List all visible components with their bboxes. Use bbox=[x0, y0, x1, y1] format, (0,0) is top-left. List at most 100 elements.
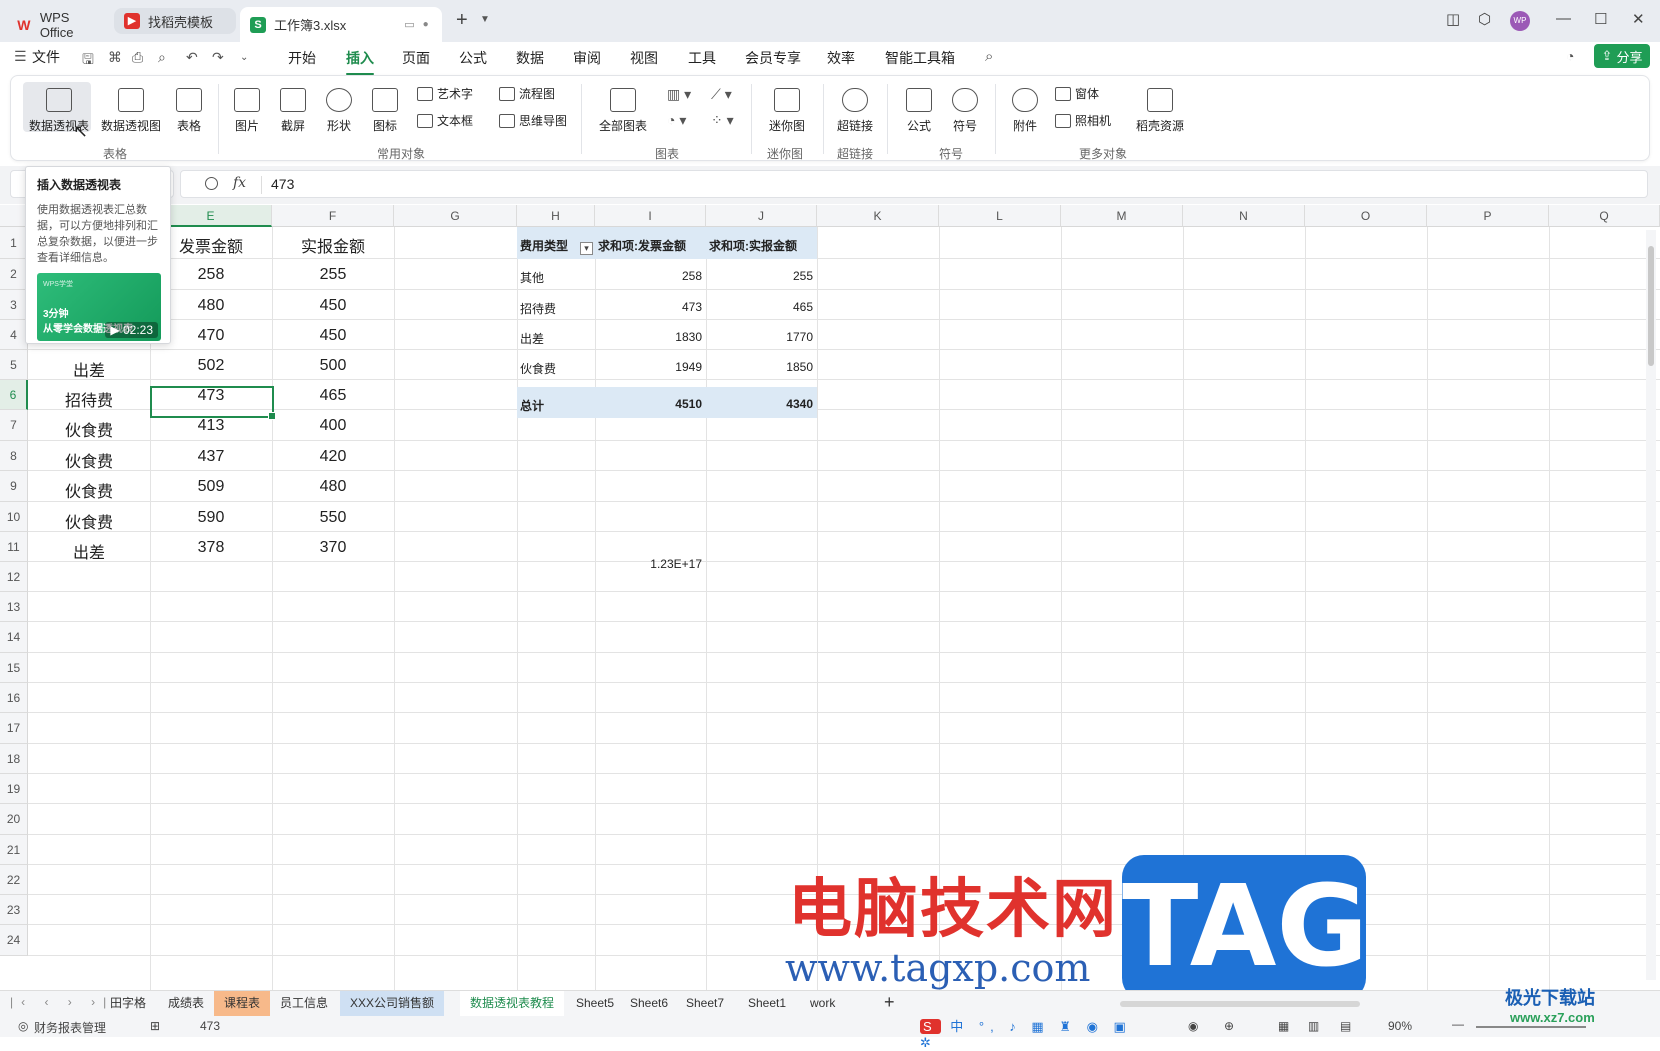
row-header-23[interactable]: 23 bbox=[0, 895, 28, 925]
sparkline-button[interactable]: 迷你图 bbox=[763, 88, 811, 134]
active-cell-e6[interactable] bbox=[150, 386, 276, 420]
row-header-4[interactable]: 4 bbox=[0, 320, 28, 350]
tab-template[interactable]: ▶ 找稻壳模板 bbox=[114, 8, 236, 34]
ime-toolbar[interactable]: S 中 °, ♪ ▦ ♜ ◉ ▣ ✲ bbox=[920, 1016, 1150, 1050]
module-label[interactable]: 财务报表管理 bbox=[34, 1019, 106, 1036]
pivot-row-actual[interactable]: 255 bbox=[706, 269, 813, 283]
pivot-header-invoice[interactable]: 求和项:发票金额 bbox=[598, 237, 686, 254]
pivot-row-invoice[interactable]: 258 bbox=[595, 269, 702, 283]
menu-tools[interactable]: 工具 bbox=[688, 48, 716, 68]
share-button[interactable]: ⇪ 分享 bbox=[1594, 44, 1650, 68]
column-header-m[interactable]: M bbox=[1061, 205, 1183, 227]
protect-icon[interactable]: ⊞ bbox=[150, 1019, 160, 1033]
filter-dropdown-icon[interactable]: ▾ bbox=[580, 242, 593, 255]
cell-e9[interactable]: 509 bbox=[150, 478, 272, 496]
hyperlink-button[interactable]: 超链接 bbox=[833, 88, 877, 134]
row-header-8[interactable]: 8 bbox=[0, 441, 28, 471]
column-header-n[interactable]: N bbox=[1183, 205, 1305, 227]
row-header-1[interactable]: 1 bbox=[0, 227, 28, 259]
cell-i11[interactable]: 1.23E+17 bbox=[595, 557, 702, 571]
vertical-scrollbar[interactable] bbox=[1646, 230, 1656, 980]
menu-review[interactable]: 审阅 bbox=[573, 48, 601, 68]
column-header-k[interactable]: K bbox=[817, 205, 939, 227]
maximize-icon[interactable]: ☐ bbox=[1594, 10, 1607, 28]
menu-icon[interactable]: ☰ bbox=[14, 48, 27, 65]
row-header-20[interactable]: 20 bbox=[0, 804, 28, 835]
avatar[interactable]: WP bbox=[1510, 11, 1530, 31]
sheet-tab-4[interactable]: XXX公司销售额 bbox=[340, 991, 445, 1016]
cell-f11[interactable]: 370 bbox=[272, 539, 394, 557]
column-header-j[interactable]: J bbox=[706, 205, 817, 227]
pivot-total-actual[interactable]: 4340 bbox=[706, 397, 813, 411]
menu-view[interactable]: 视图 bbox=[630, 48, 658, 68]
print-icon[interactable]: ⎙ bbox=[132, 49, 143, 66]
cell-f2[interactable]: 255 bbox=[272, 266, 394, 284]
shape-button[interactable]: 形状 bbox=[321, 88, 357, 134]
monitor-icon[interactable]: ▭ bbox=[404, 18, 414, 31]
pivot-row-actual[interactable]: 1770 bbox=[706, 330, 813, 344]
cell-e8[interactable]: 437 bbox=[150, 448, 272, 466]
close-dot-icon[interactable]: ● bbox=[423, 19, 429, 30]
pivot-total-label[interactable]: 总计 bbox=[520, 397, 544, 414]
sheet-nav-arrows-icon[interactable]: |‹ ‹ › ›| bbox=[10, 995, 114, 1009]
tab-workbook[interactable]: S 工作簿3.xlsx ▭ ● bbox=[240, 7, 442, 42]
add-sheet-button[interactable]: + bbox=[884, 992, 895, 1013]
cell-f6[interactable]: 465 bbox=[272, 387, 394, 405]
page-view-icon[interactable]: ▥ bbox=[1308, 1019, 1319, 1033]
save-icon[interactable]: 🖫 bbox=[82, 49, 94, 73]
eye-icon[interactable]: ◉ bbox=[1188, 1019, 1198, 1033]
zoom-level[interactable]: 90% bbox=[1388, 1019, 1412, 1033]
cell-d8[interactable]: 伙食费 bbox=[28, 448, 150, 472]
chevron-down-icon[interactable]: ▼ bbox=[480, 14, 490, 25]
cube-icon[interactable]: ⬡ bbox=[1478, 10, 1491, 28]
cell-f4[interactable]: 450 bbox=[272, 327, 394, 345]
sheet-tab-2[interactable]: 课程表 bbox=[214, 991, 271, 1016]
sheet-tab-0[interactable]: 田字格 bbox=[100, 991, 156, 1016]
cell-e11[interactable]: 378 bbox=[150, 539, 272, 557]
symbol-button[interactable]: 符号 bbox=[945, 88, 985, 134]
camera-button[interactable]: 照相机 bbox=[1055, 112, 1111, 129]
redo-icon[interactable]: ↷ bbox=[212, 49, 224, 66]
tab-wps-office[interactable]: W WPS Office bbox=[6, 7, 116, 42]
cell-d6[interactable]: 招待费 bbox=[28, 387, 150, 411]
column-header-l[interactable]: L bbox=[939, 205, 1061, 227]
preview-icon[interactable]: ⌕ bbox=[158, 49, 166, 66]
menu-formula[interactable]: 公式 bbox=[459, 48, 487, 68]
column-chart-icon[interactable]: ▥ ▾ bbox=[667, 86, 691, 103]
menu-insert[interactable]: 插入 bbox=[346, 48, 374, 75]
normal-view-icon[interactable]: ▦ bbox=[1278, 1019, 1289, 1033]
pivot-row-actual[interactable]: 465 bbox=[706, 300, 813, 314]
row-header-3[interactable]: 3 bbox=[0, 290, 28, 320]
column-header-i[interactable]: I bbox=[595, 205, 706, 227]
pivot-row-type[interactable]: 其他 bbox=[520, 269, 544, 286]
pivot-row-invoice[interactable]: 473 bbox=[595, 300, 702, 314]
link-icon[interactable]: ⌘ bbox=[108, 49, 122, 66]
sheet-tab-3[interactable]: 员工信息 bbox=[270, 991, 338, 1016]
mindmap-button[interactable]: 思维导图 bbox=[499, 112, 567, 129]
pivot-row-type[interactable]: 伙食费 bbox=[520, 360, 556, 377]
zoom-slider[interactable] bbox=[1476, 1026, 1586, 1028]
close-icon[interactable]: ✕ bbox=[1632, 10, 1645, 28]
pivot-row-invoice[interactable]: 1830 bbox=[595, 330, 702, 344]
search-icon[interactable]: ⌕ bbox=[985, 48, 993, 65]
menu-efficiency[interactable]: 效率 bbox=[827, 48, 855, 68]
sheet-tab-1[interactable]: 成绩表 bbox=[158, 991, 214, 1016]
column-header-o[interactable]: O bbox=[1305, 205, 1427, 227]
column-header-h[interactable]: H bbox=[517, 205, 595, 227]
file-menu[interactable]: 文件 bbox=[32, 47, 60, 67]
sheet-tab-10[interactable]: work bbox=[800, 991, 845, 1016]
cell-d9[interactable]: 伙食费 bbox=[28, 478, 150, 502]
row-header-11[interactable]: 11 bbox=[0, 532, 28, 562]
pivot-header-actual[interactable]: 求和项:实报金额 bbox=[709, 237, 797, 254]
select-all-corner[interactable] bbox=[0, 205, 28, 227]
locate-icon[interactable]: ⊕ bbox=[1224, 1019, 1234, 1033]
row-header-15[interactable]: 15 bbox=[0, 653, 28, 683]
row-header-22[interactable]: 22 bbox=[0, 865, 28, 895]
formula-value[interactable]: 473 bbox=[271, 176, 294, 192]
row-header-21[interactable]: 21 bbox=[0, 835, 28, 865]
menu-start[interactable]: 开始 bbox=[288, 48, 316, 68]
column-header-f[interactable]: F bbox=[272, 205, 394, 227]
pivot-row-type[interactable]: 出差 bbox=[520, 330, 544, 347]
cell-e10[interactable]: 590 bbox=[150, 509, 272, 527]
sheet-tab-7[interactable]: Sheet6 bbox=[620, 991, 678, 1016]
